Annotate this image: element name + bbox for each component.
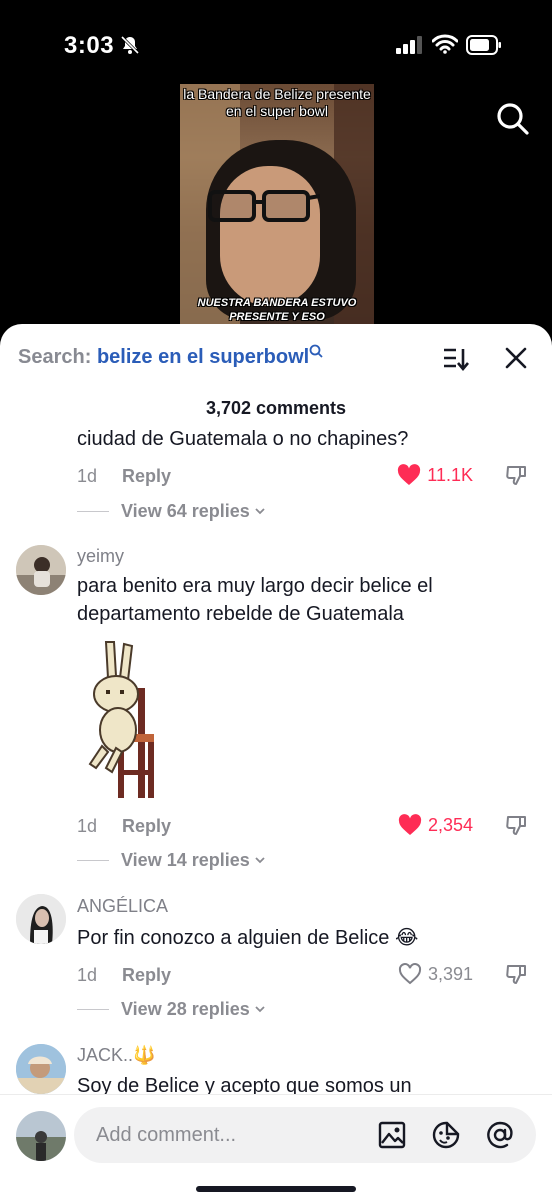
mention-icon[interactable] [486,1121,514,1149]
search-query: belize en el superbowl [96,346,310,368]
comment-text: ciudad de Guatemala o no chapines? [77,428,409,450]
comment-input-box[interactable] [74,1107,536,1163]
reply-button[interactable]: Reply [122,965,171,986]
comment-count: 3,702 comments [205,398,347,418]
like-count: 11.1K [427,464,473,485]
wifi-icon [432,34,458,54]
comment-age: 1d [77,965,98,985]
like-count: 2,354 [427,814,473,835]
like-button[interactable]: 11.1K [397,464,473,486]
emoji-sticker-icon[interactable] [432,1121,460,1149]
close-icon[interactable] [504,346,528,370]
comment-username[interactable]: JACK..🔱 [77,1045,155,1066]
reply-button[interactable]: Reply [122,816,171,837]
heart-filled-icon [398,814,422,835]
video-caption-bottom: NUESTRA BANDERA ESTUVO PRESENTE Y ESO [180,296,374,324]
status-bar: 3:03 [0,0,552,80]
comment-username[interactable]: ANGÉLICA [77,896,168,917]
avatar-image [16,1111,66,1161]
search-label: Search: [18,346,92,368]
like-count: 3,391 [427,963,473,984]
avatar[interactable] [16,894,66,944]
comment-age: 1d [77,466,98,486]
video-caption-line-2: PRESENTE Y ESO [229,311,325,323]
heart-filled-icon [398,464,421,485]
comment-meta: 1d Reply 11.1K [77,462,537,490]
comment-username[interactable]: yeimy [77,546,124,567]
chevron-down-icon [255,857,265,864]
view-replies-button[interactable]: View 14 replies [77,847,266,873]
comments-sheet: Search: belize en el superbowl 3,702 com… [0,324,552,1200]
view-replies-label: View 28 replies [121,998,250,1019]
comment-meta: 1d Reply 2,354 [77,812,537,840]
dislike-icon[interactable] [505,813,529,837]
avatar-image [16,545,66,595]
search-query-link[interactable]: Search: belize en el superbowl [18,344,323,369]
battery-icon [466,35,501,55]
bell-muted-icon [120,35,140,55]
dislike-icon[interactable] [505,463,529,487]
search-icon[interactable] [496,102,530,136]
avatar-image [16,894,66,944]
comment-input[interactable] [96,1121,366,1149]
comment-age: 1d [77,816,98,836]
like-button[interactable]: 3,391 [398,963,473,985]
avatar[interactable] [16,545,66,595]
comment-text: Soy de Belice y acepto que somos un [77,1075,412,1094]
chevron-down-icon [255,1006,265,1013]
video-preview[interactable]: la Bandera de Belize presente en el supe… [180,84,374,328]
cellular-signal-icon [396,36,422,54]
comments-header: Search: belize en el superbowl 3,702 com… [0,324,552,418]
comment-meta: 1d Reply 3,391 [77,961,537,989]
glasses-shape [208,190,320,222]
dislike-icon[interactable] [505,962,529,986]
sort-icon[interactable] [442,346,470,372]
image-icon[interactable] [378,1121,406,1149]
comments-list: ciudad de Guatemala o no chapines? 1d Re… [0,424,552,1094]
home-indicator [196,1186,356,1192]
view-replies-label: View 14 replies [121,849,250,870]
avatar[interactable] [16,1044,66,1094]
bunny-chair-sticker [88,641,154,798]
chevron-down-icon [255,508,265,515]
avatar-image [16,1044,66,1094]
like-button[interactable]: 2,354 [398,814,473,836]
my-avatar[interactable] [16,1111,66,1161]
reply-button[interactable]: Reply [122,466,171,487]
view-replies-button[interactable]: View 64 replies [77,498,266,524]
mini-search-icon [309,344,323,358]
heart-outline-icon [398,963,421,985]
video-caption-line-1: NUESTRA BANDERA ESTUVO [197,297,357,309]
status-time: 3:03 [64,32,115,59]
view-replies-label: View 64 replies [121,500,250,521]
view-replies-button[interactable]: View 28 replies [77,996,266,1022]
comment-text: Por fin conozco a alguien de Belice 😂 [77,927,419,949]
video-person-face [220,166,320,306]
comment-text: para benito era muy largo decir belice e… [77,575,433,625]
comment-input-bar [0,1094,552,1200]
video-caption-top: la Bandera de Belize presente en el supe… [183,86,371,119]
